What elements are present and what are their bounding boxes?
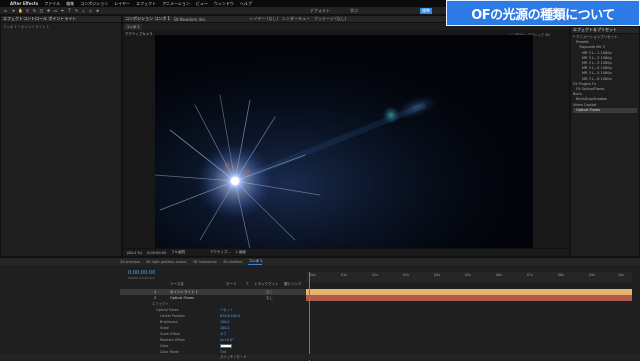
menu-help[interactable]: ヘルプ — [240, 1, 252, 7]
effects-presets-panel: エフェクト＆プリセット * アニメーションプリセット Presets Trapc… — [570, 26, 640, 257]
effects-presets-header: エフェクト＆プリセット — [571, 27, 639, 34]
current-time[interactable]: 0:00:00:00 — [147, 251, 166, 255]
tab-flowchart[interactable]: Bt.Newdom dec — [174, 17, 206, 22]
ruler-tick: 06s — [496, 273, 502, 277]
ruler-tick: 10s — [618, 273, 624, 277]
playhead[interactable] — [309, 272, 310, 361]
timeline-tabs: 3D preview 3D light position colour 3D l… — [0, 258, 640, 265]
prop-name: Color — [160, 344, 169, 348]
hand-tool-icon[interactable]: ✋ — [18, 8, 23, 13]
switches-modes-toggle[interactable]: スイッチ / モード — [220, 354, 246, 360]
color-swatch[interactable] — [220, 344, 232, 348]
menu-file[interactable]: ファイル — [44, 1, 60, 7]
ruler-tick: 03s — [403, 273, 409, 277]
title-overlay: OFの光源の種類について — [446, 0, 640, 26]
menu-view[interactable]: ビュー — [196, 1, 208, 7]
prop-name: エフェクト — [152, 302, 169, 306]
eraser-tool-icon[interactable]: ◇ — [88, 8, 93, 13]
effect-controls-tab[interactable]: エフェクトコントロール ポイントライト — [3, 16, 76, 22]
tab-render-queue[interactable]: レンダーキュー — [282, 16, 310, 22]
ruler-tick: 05s — [465, 273, 471, 277]
menu-window[interactable]: ウィンドウ — [214, 1, 234, 7]
puppet-tool-icon[interactable]: ★ — [95, 8, 100, 13]
active-camera-label: アクティブカメラ — [125, 32, 153, 36]
zoom-level[interactable]: (84.4 %) — [127, 251, 142, 255]
composition-canvas[interactable] — [155, 35, 533, 249]
effects-tree: * アニメーションプリセット Presets Trapcode Mir 3 MR… — [571, 34, 639, 114]
layer-track-bar[interactable] — [306, 295, 632, 301]
ruler-tick: 09s — [589, 273, 595, 277]
prop-name: Optical Flares — [156, 308, 179, 312]
timeline-tab[interactable]: 3D light position colour — [146, 260, 187, 264]
rect-tool-icon[interactable]: ▭ — [53, 8, 58, 13]
menu-animation[interactable]: アニメーション — [162, 1, 190, 7]
prop-name: Center Position — [160, 314, 185, 318]
ruler-tick: 07s — [527, 273, 533, 277]
composition-panel: コンポジション コンポ 1 Bt.Newdom dec レイヤー (なし) レン… — [122, 15, 570, 257]
timeline-footer: スイッチ / モード — [0, 354, 640, 360]
rotate-tool-icon[interactable]: ↻ — [32, 8, 37, 13]
timeline-tab-active[interactable]: コンポ 1 — [248, 259, 263, 265]
timeline-tab[interactable]: 3D shelties — [223, 260, 243, 264]
tab-footage[interactable]: フッテージ (なし) — [314, 16, 346, 22]
tab-composition[interactable]: コンポジション コンポ 1 — [125, 16, 170, 22]
effect-controls-panel: エフェクトコントロール ポイントライト コンポ 1 • ポイントライト 1 — [0, 15, 122, 257]
time-ruler[interactable]: 00s 01s 02s 03s 04s 05s 06s 07s 08s 09s … — [306, 272, 632, 282]
app-name[interactable]: After Effects — [10, 1, 38, 6]
ruler-tick: 08s — [558, 273, 564, 277]
col-track-matte[interactable]: トラックマット — [254, 282, 279, 287]
pan-tool-icon[interactable]: ✥ — [46, 8, 51, 13]
menu-edit[interactable]: 編集 — [66, 1, 74, 7]
selection-tool-icon[interactable]: ➤ — [11, 8, 16, 13]
workspace-tab-standard[interactable]: 標準 — [420, 8, 432, 14]
timeline-tab[interactable]: 3D luminance — [193, 260, 217, 264]
composition-footer: (84.4 %) 0:00:00:00 フル画質 アクティブ... 1 画面 — [123, 248, 569, 256]
col-t[interactable]: T — [246, 282, 248, 286]
menu-effect[interactable]: エフェクト — [136, 1, 156, 7]
workspace-tab-learn[interactable]: 学ぶ — [350, 8, 358, 14]
col-source-name[interactable]: ソース名 — [170, 282, 184, 287]
ruler-tick: 00s — [310, 273, 316, 277]
title-overlay-text: OFの光源の種類について — [471, 7, 615, 23]
camera-tool-icon[interactable]: ◰ — [39, 8, 44, 13]
pen-tool-icon[interactable]: ✒ — [60, 8, 65, 13]
prop-name: Brightness — [160, 320, 178, 324]
timeline-tab[interactable]: 3D preview — [120, 260, 140, 264]
col-mode[interactable]: モード — [226, 282, 237, 287]
timeline-panel: 3D preview 3D light position colour 3D l… — [0, 257, 640, 361]
zoom-tool-icon[interactable]: ⚲ — [25, 8, 30, 13]
menu-layer[interactable]: レイヤー — [114, 1, 130, 7]
ruler-tick: 04s — [434, 273, 440, 277]
effects-presets-title[interactable]: エフェクト＆プリセット — [573, 27, 617, 33]
stamp-tool-icon[interactable]: ⊥ — [81, 8, 86, 13]
home-icon[interactable]: ⌂ — [3, 8, 8, 13]
ruler-tick: 02s — [372, 273, 378, 277]
prop-name: Rotation Offset — [160, 338, 185, 342]
ruler-tick: 01s — [341, 273, 347, 277]
effect-controls-subline: コンポ 1 • ポイントライト 1 — [3, 25, 49, 29]
view-layout-select[interactable]: 1 画面 — [236, 250, 246, 255]
effect-controls-header: エフェクトコントロール ポイントライト — [1, 16, 121, 23]
camera-select[interactable]: アクティブ... — [210, 250, 230, 255]
prop-name: Scale — [160, 326, 169, 330]
lens-flare-render — [155, 35, 533, 249]
resolution-select[interactable]: フル画質 — [171, 250, 185, 255]
brush-tool-icon[interactable]: ✎ — [74, 8, 79, 13]
tab-layer[interactable]: レイヤー (なし) — [250, 16, 278, 22]
col-parent[interactable]: 親とリンク — [284, 282, 302, 287]
workspace-tab-default[interactable]: デフォルト — [310, 8, 330, 14]
timeline-frames: 00000 (30.00 fps) — [128, 276, 155, 280]
tree-item-selected[interactable]: Optical Flares — [573, 107, 637, 114]
text-tool-icon[interactable]: T — [67, 8, 72, 13]
prop-name: Scale Offset — [160, 332, 180, 336]
menu-composition[interactable]: コンポジション — [80, 1, 108, 7]
